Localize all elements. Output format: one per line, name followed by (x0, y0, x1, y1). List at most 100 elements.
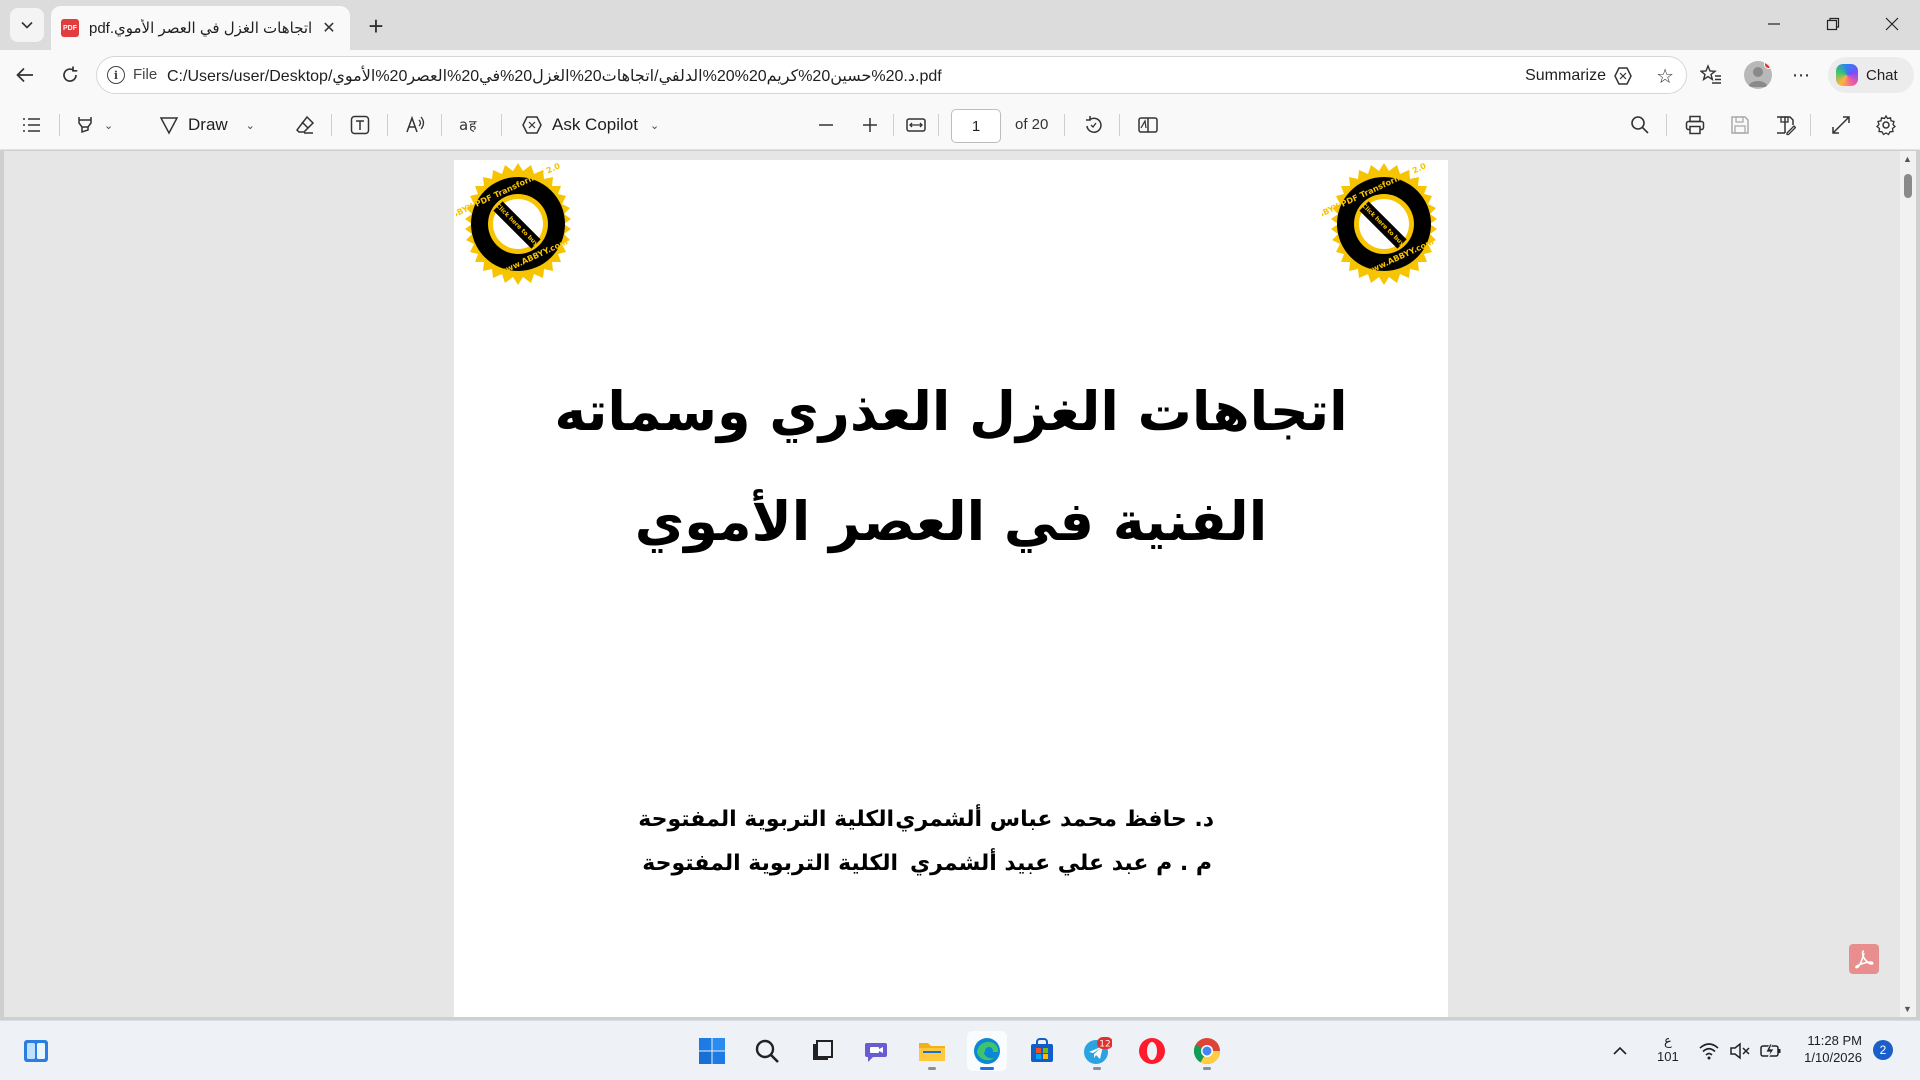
vertical-scrollbar[interactable]: ▲ ▼ (1900, 151, 1916, 1017)
abbyy-stamp-right[interactable]: ABBYY PDF Transformer 2.0 www.ABBYY.com … (1310, 161, 1446, 286)
svg-text:ह: ह (469, 118, 477, 134)
chevron-down-icon[interactable]: ⌄ (650, 119, 659, 132)
favorites-button[interactable] (1697, 61, 1725, 89)
refresh-button[interactable] (54, 59, 86, 91)
highlight-button[interactable]: ⌄ (74, 110, 113, 140)
save-button[interactable] (1729, 110, 1751, 140)
page-count-label: of 20 (1015, 116, 1049, 133)
full-screen-button[interactable] (1830, 110, 1852, 140)
telegram-button[interactable]: 12 (1077, 1031, 1117, 1071)
tab-active[interactable]: PDF اتجاهات الغزل في العصر الأموي.pdf ✕ (51, 6, 350, 50)
list-icon (23, 118, 40, 132)
telegram-badge-count: 12 (1099, 1040, 1110, 1050)
taskbar-search-button[interactable] (747, 1031, 787, 1071)
widgets-button[interactable] (16, 1031, 56, 1071)
site-info-icon[interactable]: i (107, 66, 125, 84)
page-view-button[interactable] (1137, 110, 1159, 140)
author-affiliation: الكلية التربوية المفتوحة (638, 807, 894, 832)
fit-width-icon (906, 118, 926, 132)
teams-chat-button[interactable] (857, 1031, 897, 1071)
copilot-chat-button[interactable]: Chat (1828, 57, 1914, 93)
summarize-button[interactable]: Summarize (1525, 65, 1634, 87)
chrome-button[interactable] (1187, 1031, 1227, 1071)
address-bar[interactable]: i File C:/Users/user/Desktop/د.20%حسين20… (96, 56, 1687, 94)
pen-icon (159, 117, 179, 135)
settings-and-more-button[interactable]: ⋯ (1787, 61, 1815, 89)
acrobat-icon[interactable] (1849, 944, 1879, 974)
draw-label: Draw (188, 115, 228, 134)
toolbar-divider (1119, 114, 1120, 136)
scrollbar-thumb[interactable] (1904, 174, 1912, 198)
profile-avatar[interactable] (1744, 61, 1772, 89)
toolbar-divider (893, 114, 894, 136)
wifi-icon (1699, 1043, 1719, 1060)
restore-button[interactable] (1805, 0, 1861, 48)
pdf-settings-button[interactable] (1875, 110, 1897, 140)
clock-time: 11:28 PM (1807, 1033, 1862, 1048)
refresh-icon (63, 66, 78, 82)
show-hidden-icons-button[interactable] (1600, 1031, 1640, 1071)
opera-button[interactable] (1132, 1031, 1172, 1071)
ask-copilot-button[interactable]: Ask Copilot ⌄ (520, 110, 659, 140)
toolbar-divider (59, 114, 60, 136)
edge-browser-button[interactable] (967, 1031, 1007, 1071)
toolbar-divider (501, 114, 502, 136)
video-chat-icon (865, 1043, 887, 1062)
chat-label: Chat (1866, 66, 1898, 84)
minimize-button[interactable] (1746, 0, 1802, 48)
notification-center-badge[interactable]: 2 (1873, 1040, 1893, 1060)
erase-button[interactable] (294, 110, 316, 140)
toolbar-divider (1064, 114, 1065, 136)
chevron-down-icon[interactable]: ⌄ (246, 119, 255, 132)
microsoft-store-button[interactable] (1022, 1031, 1062, 1071)
start-button[interactable] (692, 1031, 732, 1071)
language-top: ع (1663, 1033, 1672, 1048)
clock[interactable]: 11:28 PM 1/10/2026 (1800, 1033, 1862, 1065)
tab-list-button[interactable] (10, 8, 44, 42)
favorites-list-icon (1700, 64, 1721, 84)
restore-icon (1826, 17, 1840, 31)
back-button[interactable] (9, 59, 41, 91)
task-view-button[interactable] (802, 1031, 842, 1071)
translate-icon: aह (459, 116, 477, 134)
text-box-icon (350, 115, 370, 135)
save-as-button[interactable] (1774, 110, 1796, 140)
chevron-up-icon (1613, 1046, 1627, 1055)
input-language-indicator[interactable]: ع 101 (1657, 1033, 1679, 1064)
find-button[interactable] (1629, 110, 1651, 140)
minimize-icon (1768, 23, 1780, 25)
save-disk-icon (1731, 116, 1749, 134)
page-number-input[interactable]: 1 (951, 109, 1001, 143)
telegram-icon: 12 (1084, 1037, 1112, 1064)
favorite-star-icon[interactable]: ☆ (1656, 64, 1674, 89)
url-text[interactable]: C:/Users/user/Desktop/د.20%حسين20%كريم20… (167, 66, 942, 86)
print-button[interactable] (1684, 110, 1706, 140)
zoom-in-button[interactable] (860, 110, 880, 140)
zoom-out-button[interactable] (816, 110, 836, 140)
windows-taskbar: 12 ع 101 11:28 PM 1/10/2026 (0, 1020, 1920, 1080)
tab-title: اتجاهات الغزل في العصر الأموي.pdf (89, 20, 313, 37)
fit-to-width-button[interactable] (905, 110, 927, 140)
battery-button[interactable] (1751, 1031, 1791, 1071)
running-indicator (1203, 1067, 1211, 1070)
table-of-contents-button[interactable] (20, 110, 42, 140)
add-text-button[interactable] (349, 110, 371, 140)
scroll-up-arrow-icon[interactable]: ▲ (1903, 154, 1912, 164)
copilot-outline-icon (522, 116, 542, 134)
tab-close-icon[interactable]: ✕ (318, 17, 340, 39)
file-explorer-button[interactable] (912, 1031, 952, 1071)
scroll-down-arrow-icon[interactable]: ▼ (1903, 1004, 1912, 1014)
close-window-button[interactable] (1864, 0, 1920, 48)
new-tab-button[interactable]: + (362, 11, 390, 41)
rotate-button[interactable] (1082, 110, 1104, 140)
running-indicator (928, 1067, 936, 1070)
chevron-down-icon[interactable]: ⌄ (104, 119, 113, 132)
translate-button[interactable]: aह (459, 110, 485, 140)
acrobat-logo-icon (1855, 950, 1874, 969)
printer-icon (1685, 115, 1705, 135)
abbyy-stamp-left[interactable]: ABBYY PDF Transformer 2.0 www.ABBYY.com … (444, 161, 580, 286)
draw-button[interactable]: Draw ⌄ (158, 110, 255, 140)
abbyy-stamp-icon: ABBYY PDF Transformer 2.0 www.ABBYY.com … (1310, 161, 1437, 285)
read-aloud-button[interactable] (404, 110, 426, 140)
windows-logo-icon (699, 1038, 725, 1064)
